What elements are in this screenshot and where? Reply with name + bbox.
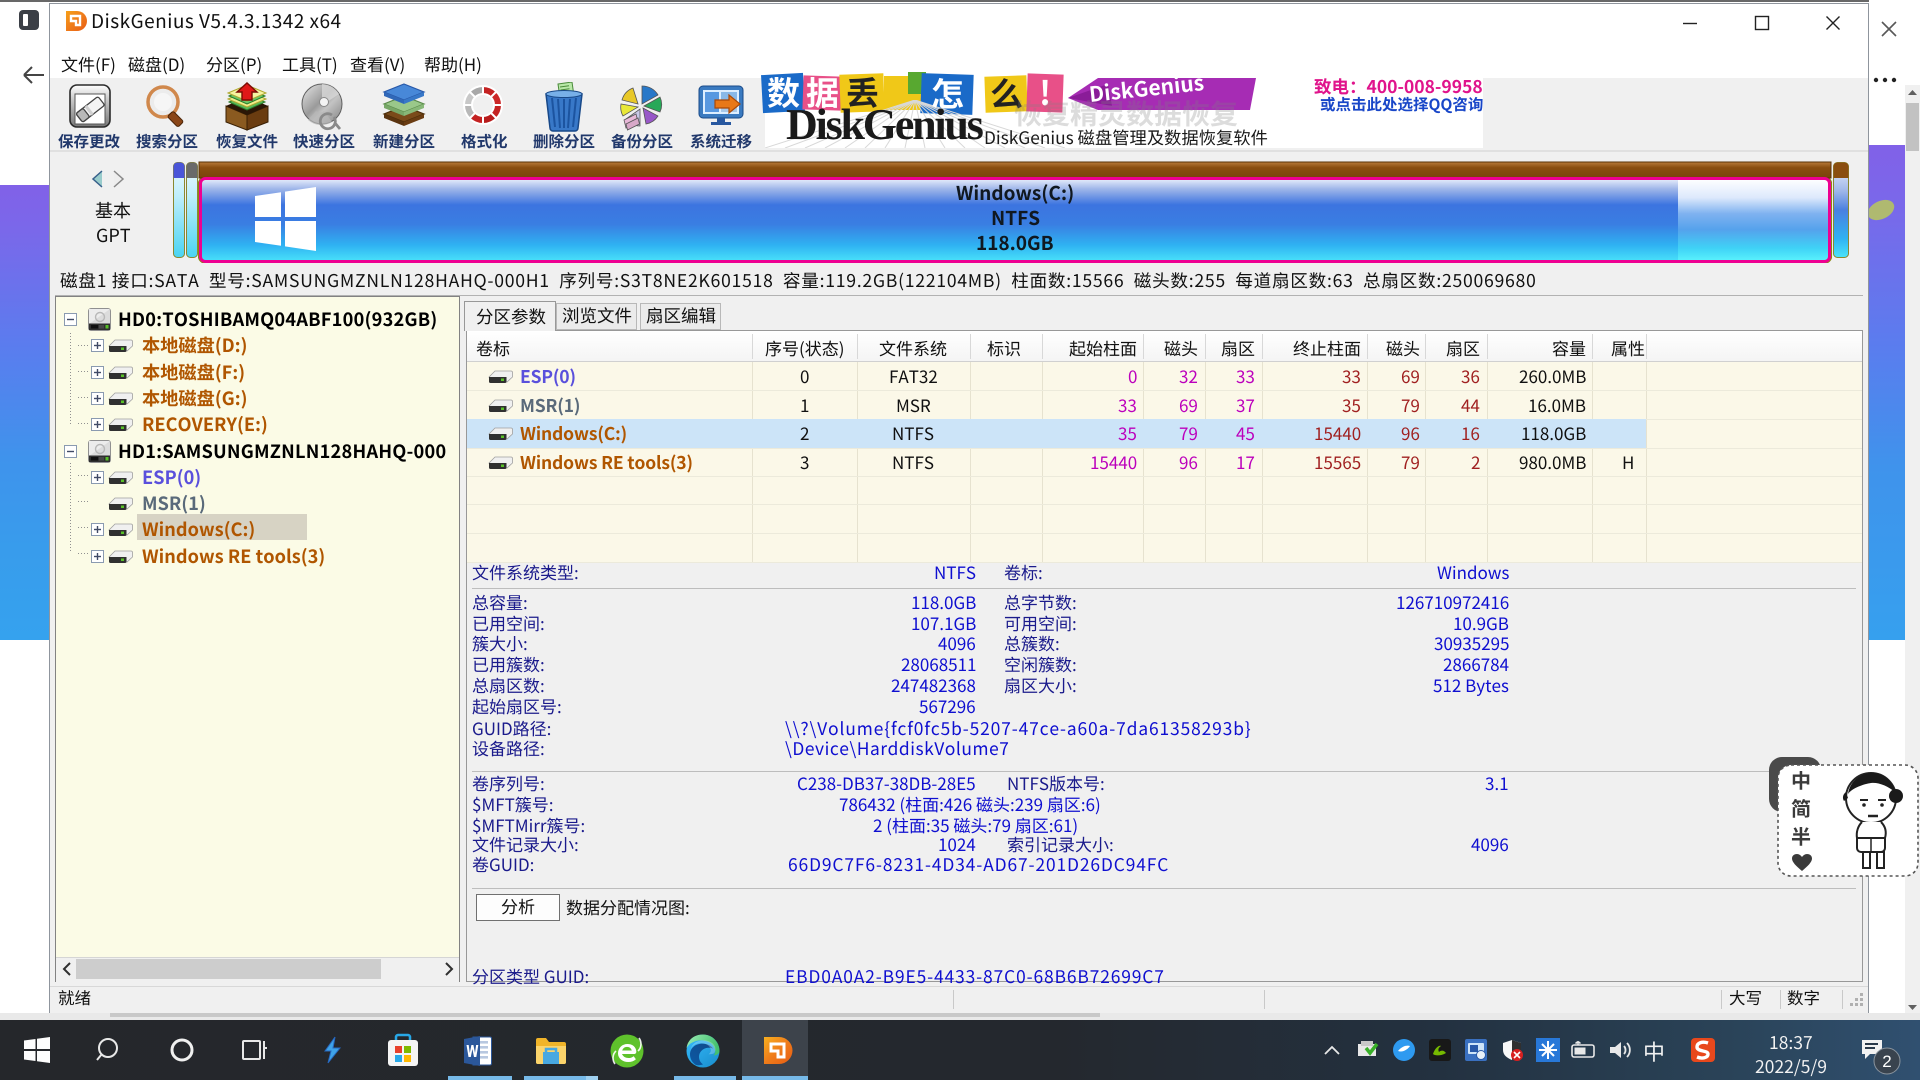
svg-text:2: 2 [1882, 1052, 1891, 1071]
